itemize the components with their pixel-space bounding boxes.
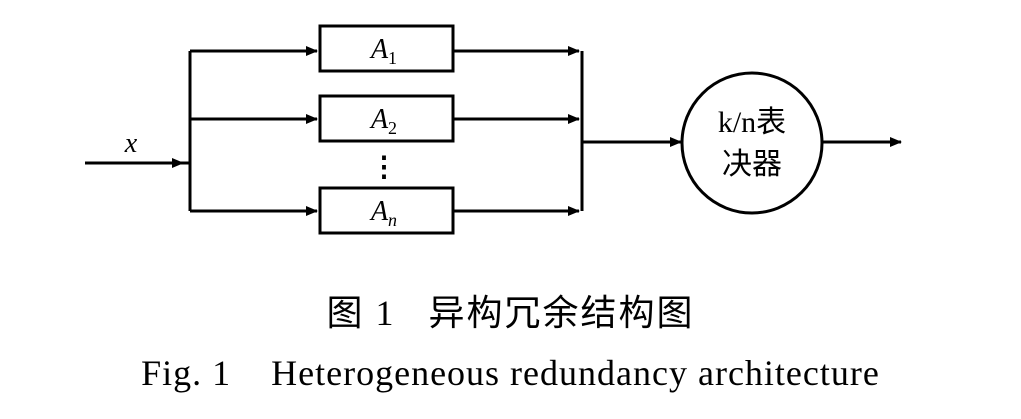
block-a1: A1 [318,24,455,73]
block-a2: A2 [318,94,455,143]
voter-node: k/n表 决器 [680,71,824,215]
block-a2-subscript: 2 [388,118,397,138]
block-a1-symbol: A [369,34,389,65]
block-an: An [318,186,455,235]
figure-caption-en: Fig. 1 Heterogeneous redundancy architec… [141,353,880,393]
voter-label-line2: 决器 [722,148,782,181]
block-an-subscript: n [388,210,397,230]
block-a2-symbol: A [369,104,389,135]
block-a1-subscript: 1 [388,48,397,68]
figure-caption-cn: 图 1 异构冗余结构图 [326,293,695,333]
block-an-symbol: A [369,196,389,227]
input-label: x [124,128,138,159]
block-ellipsis: ⋮ [370,152,398,183]
voter-label-line1: k/n表 [718,106,786,139]
